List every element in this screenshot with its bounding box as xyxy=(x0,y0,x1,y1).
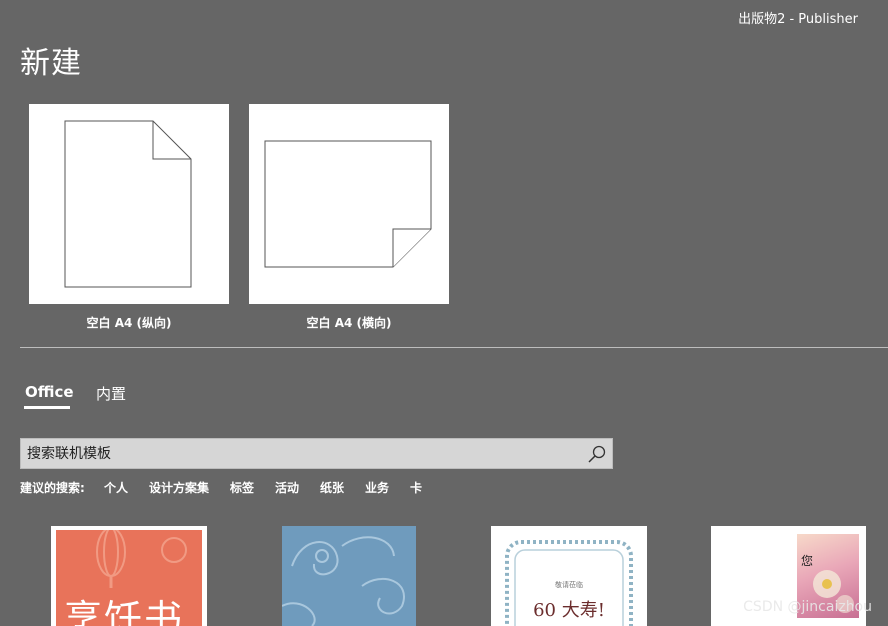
blank-landscape-template[interactable] xyxy=(249,104,449,304)
template-cookbook[interactable]: 烹饪书 xyxy=(51,526,207,626)
blank-portrait-template[interactable] xyxy=(29,104,229,304)
cookbook-title: 烹饪书 xyxy=(64,597,185,626)
tab-office[interactable]: Office xyxy=(25,383,74,401)
suggestion-labels[interactable]: 标签 xyxy=(230,479,254,496)
divider xyxy=(20,347,888,348)
portrait-page-icon xyxy=(64,120,192,288)
suggestion-cards[interactable]: 卡 xyxy=(410,479,422,496)
page-title: 新建 xyxy=(20,46,82,81)
active-tab-indicator xyxy=(24,406,70,409)
template-birthday[interactable]: 敬请莅临 60 大寿! xyxy=(491,526,647,626)
watermark: CSDN @jincaizhou xyxy=(743,599,872,615)
tab-builtin[interactable]: 内置 xyxy=(96,383,126,404)
suggestion-paper[interactable]: 纸张 xyxy=(320,479,344,496)
suggestion-personal[interactable]: 个人 xyxy=(104,479,128,496)
blank-portrait-label: 空白 A4 (纵向) xyxy=(86,316,172,330)
blank-landscape-label: 空白 A4 (横向) xyxy=(306,316,392,330)
cookbook-cover: 烹饪书 xyxy=(56,530,202,626)
birthday-title: 60 大寿! xyxy=(533,600,605,621)
search-box xyxy=(20,438,613,469)
suggestion-business[interactable]: 业务 xyxy=(365,479,389,496)
suggestion-events[interactable]: 活动 xyxy=(275,479,299,496)
suggestion-design-sets[interactable]: 设计方案集 xyxy=(149,479,209,496)
window-title: 出版物2 - Publisher xyxy=(738,12,858,27)
flower-text: 您 xyxy=(801,554,814,568)
search-icon[interactable] xyxy=(586,443,608,465)
landscape-page-icon xyxy=(264,140,432,268)
template-blue-swirl[interactable] xyxy=(282,526,416,626)
search-input[interactable] xyxy=(21,439,593,468)
birthday-small-text: 敬请莅临 xyxy=(555,581,583,589)
swirl-pattern xyxy=(282,536,405,626)
suggested-searches-label: 建议的搜索: xyxy=(20,481,85,495)
